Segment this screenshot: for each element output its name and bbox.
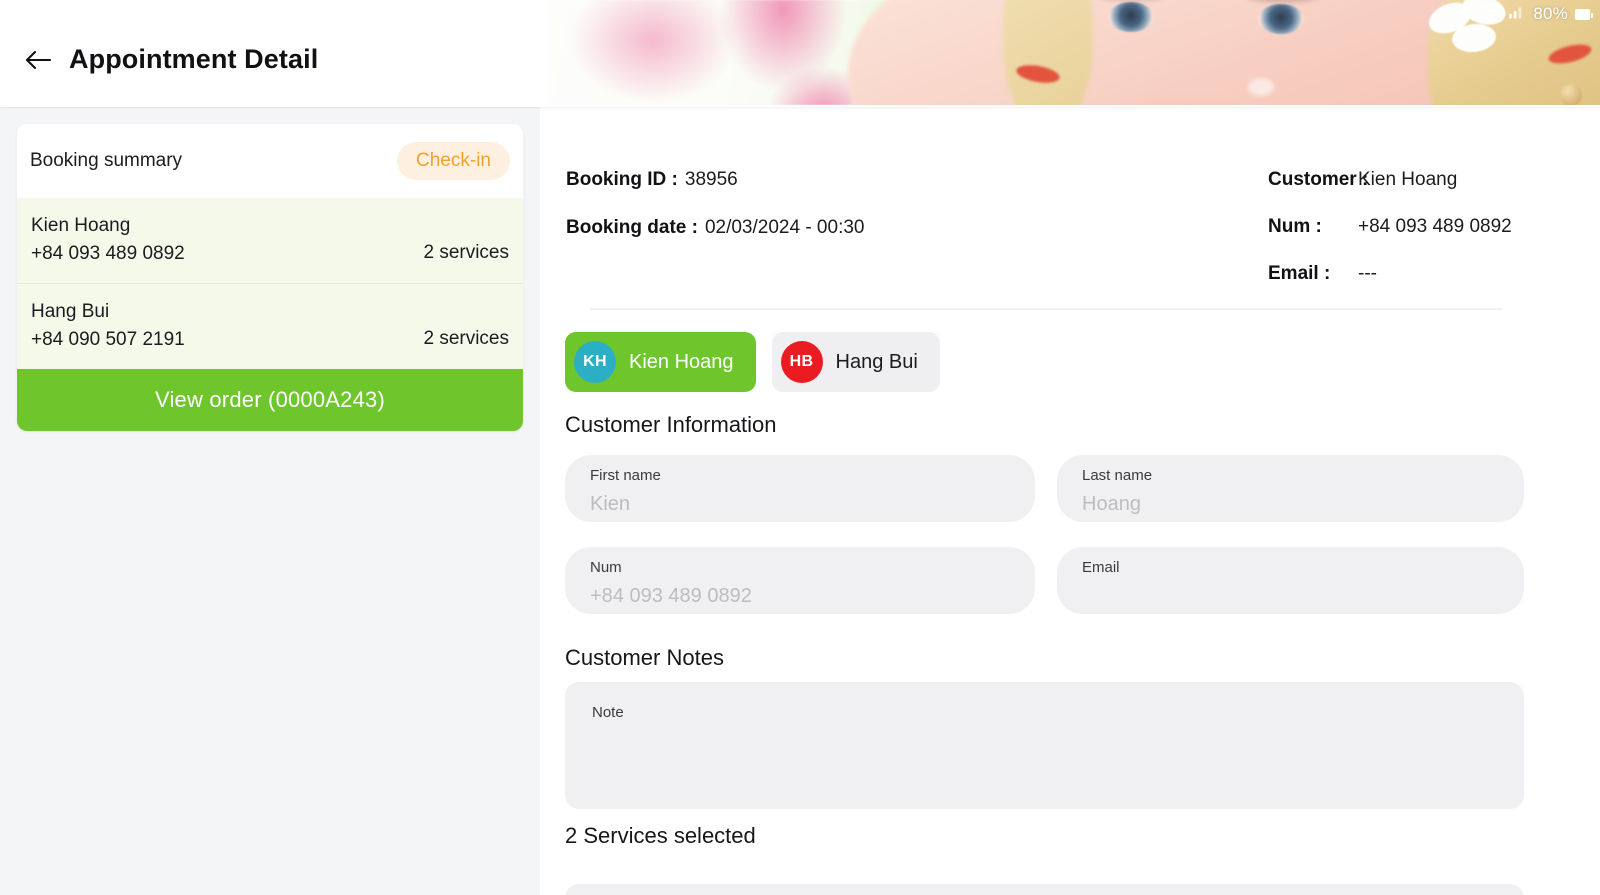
first-name-field[interactable]: First name Kien [565,455,1035,522]
person-phone: +84 090 507 2191 [31,329,185,350]
hero-earring [1560,84,1582,105]
num-field[interactable]: Num +84 093 489 0892 [565,547,1035,614]
note-textarea[interactable]: Note [565,682,1524,809]
booking-summary-header: Booking summary Check-in [17,124,523,198]
navigation-title-group: Appointment Detail [24,44,318,75]
view-order-button[interactable]: View order (0000A243) [17,369,523,431]
customer-row: Customer : Kien Hoang [1268,169,1568,191]
customer-label: Customer : [1268,169,1369,190]
person-name: Hang Bui [31,301,110,322]
last-name-label: Last name [1082,467,1153,484]
battery-icon [1575,8,1593,20]
num-row: Num : +84 093 489 0892 [1268,216,1568,238]
first-name-label: First name [590,467,661,484]
booking-date-value: 02/03/2024 - 00:30 [704,217,865,238]
back-arrow-icon[interactable] [24,46,52,74]
customer-value: Kien Hoang [1358,169,1458,190]
email-value: --- [1358,263,1377,284]
last-name-value: Hoang [1082,493,1141,515]
email-label: Email : [1268,263,1331,284]
left-sidebar: Booking summary Check-in Kien Hoang +84 … [0,107,540,895]
wifi-icon [1482,3,1502,24]
tab-customer-hang-bui[interactable]: HB Hang Bui [771,332,940,392]
email-field-label: Email [1082,559,1120,576]
tab-label: Kien Hoang [629,350,734,373]
num-field-value: +84 093 489 0892 [590,585,752,607]
booking-meta: Booking ID : 38956 Booking date : 02/03/… [540,107,1600,307]
customer-information-heading: Customer Information [565,412,777,437]
num-value: +84 093 489 0892 [1358,216,1512,237]
booking-id-row: Booking ID : 38956 [566,169,864,191]
note-label: Note [592,704,624,721]
num-label: Num : [1268,216,1322,237]
hero-eye-right [1258,4,1304,34]
service-card[interactable] [565,884,1524,895]
avatar: KH [574,341,616,383]
list-item[interactable]: Kien Hoang +84 093 489 0892 2 services [17,198,523,283]
hero-nose-highlight [1248,78,1274,96]
booking-meta-left: Booking ID : 38956 Booking date : 02/03/… [566,169,864,265]
booking-id-label: Booking ID : [566,169,678,190]
section-divider [590,308,1502,310]
app-header: 80% Appointment Detail [0,0,1600,107]
services-selected-heading: 2 Services selected [565,823,756,848]
tab-customer-kien-hoang[interactable]: KH Kien Hoang [565,332,756,392]
booking-people-list: Kien Hoang +84 093 489 0892 2 services H… [17,198,523,369]
avatar: HB [780,341,823,383]
appointment-detail-panel: Booking ID : 38956 Booking date : 02/03/… [540,107,1600,895]
appointment-detail-screen: 80% Appointment Detail Booking summary C… [0,0,1600,895]
tab-label: Hang Bui [835,350,918,373]
booking-summary-card: Booking summary Check-in Kien Hoang +84 … [17,124,523,431]
booking-id-value: 38956 [684,169,738,190]
num-field-label: Num [590,559,622,576]
person-service-count: 2 services [423,328,509,349]
mute-cast-icon [1456,3,1475,26]
booking-summary-title: Booking summary [30,150,183,171]
person-name: Kien Hoang [31,215,131,236]
system-status-bar: 80% [1456,0,1593,28]
salon-hero-image [548,0,1600,105]
page-title: Appointment Detail [69,44,319,74]
battery-percentage: 80% [1533,4,1568,23]
booking-date-label: Booking date : [566,217,698,238]
booking-date-row: Booking date : 02/03/2024 - 00:30 [566,217,864,239]
list-item[interactable]: Hang Bui +84 090 507 2191 2 services [17,283,523,369]
last-name-field[interactable]: Last name Hoang [1057,455,1524,522]
email-row: Email : --- [1268,263,1568,285]
hero-hair-left [1003,0,1093,105]
first-name-value: Kien [590,493,631,515]
hero-eye-left [1108,2,1154,32]
person-phone: +84 093 489 0892 [31,243,185,264]
customer-tabs: KH Kien Hoang HB Hang Bui [565,332,940,392]
person-service-count: 2 services [423,242,509,263]
cellular-signal-icon [1509,5,1526,23]
email-field[interactable]: Email [1057,547,1524,614]
booking-meta-right: Customer : Kien Hoang Num : +84 093 489 … [1268,169,1568,310]
customer-notes-heading: Customer Notes [565,645,724,670]
check-in-status-badge[interactable]: Check-in [397,142,510,180]
